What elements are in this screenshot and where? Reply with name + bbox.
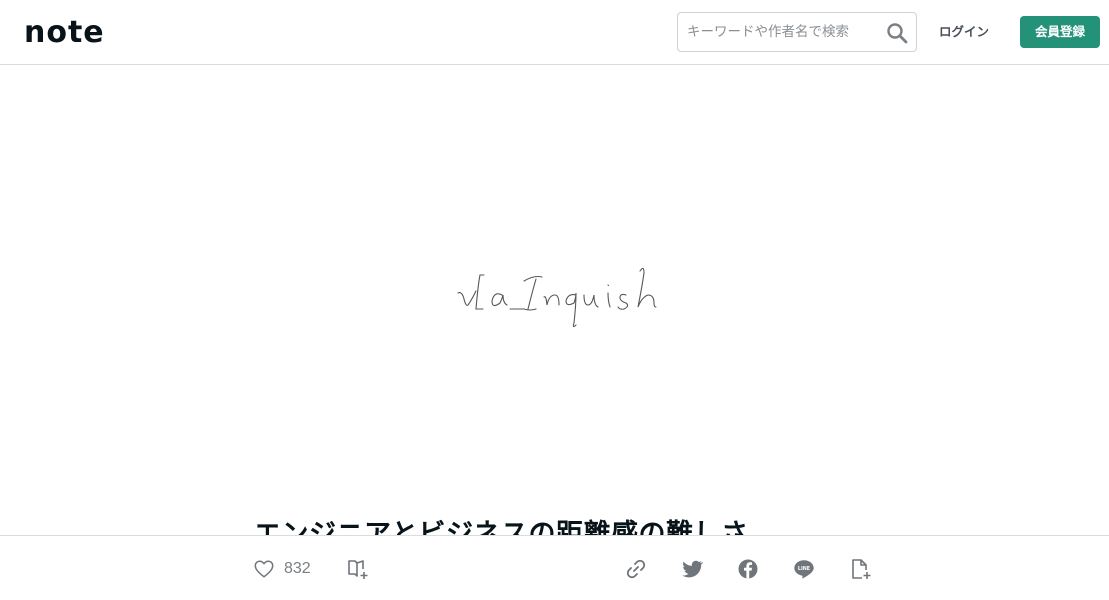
search-input[interactable] [679, 14, 879, 50]
add-to-note-button[interactable] [849, 556, 873, 582]
article-action-bar: 832 LINE [0, 535, 1109, 600]
logo-text: note [24, 18, 105, 46]
share-facebook-button[interactable] [736, 556, 760, 582]
add-to-magazine-button[interactable] [346, 556, 370, 582]
svg-text:LINE: LINE [798, 566, 810, 572]
handwriting-text: vLaInquish [440, 235, 446, 236]
login-link[interactable]: ログイン [930, 22, 998, 42]
share-line-button[interactable]: LINE [792, 556, 816, 582]
facebook-icon [738, 559, 758, 579]
line-icon: LINE [794, 560, 814, 579]
handwritten-logo-image: vLaInquish [440, 235, 657, 328]
link-icon [626, 559, 646, 579]
search-box [677, 12, 917, 52]
share-twitter-button[interactable] [680, 556, 704, 582]
heart-icon [254, 560, 274, 578]
site-header: note ログイン 会員登録 [0, 0, 1109, 65]
like-button[interactable]: 832 [253, 556, 311, 582]
like-count: 832 [284, 560, 311, 577]
magazine-add-icon [348, 560, 368, 579]
search-icon[interactable] [886, 22, 908, 44]
signup-button[interactable]: 会員登録 [1020, 16, 1100, 48]
copy-link-button[interactable] [624, 556, 648, 582]
twitter-icon [682, 560, 704, 578]
note-logo[interactable]: note [24, 18, 124, 46]
eyecatch-image: vLaInquish [0, 65, 1109, 515]
note-add-icon [852, 559, 871, 579]
